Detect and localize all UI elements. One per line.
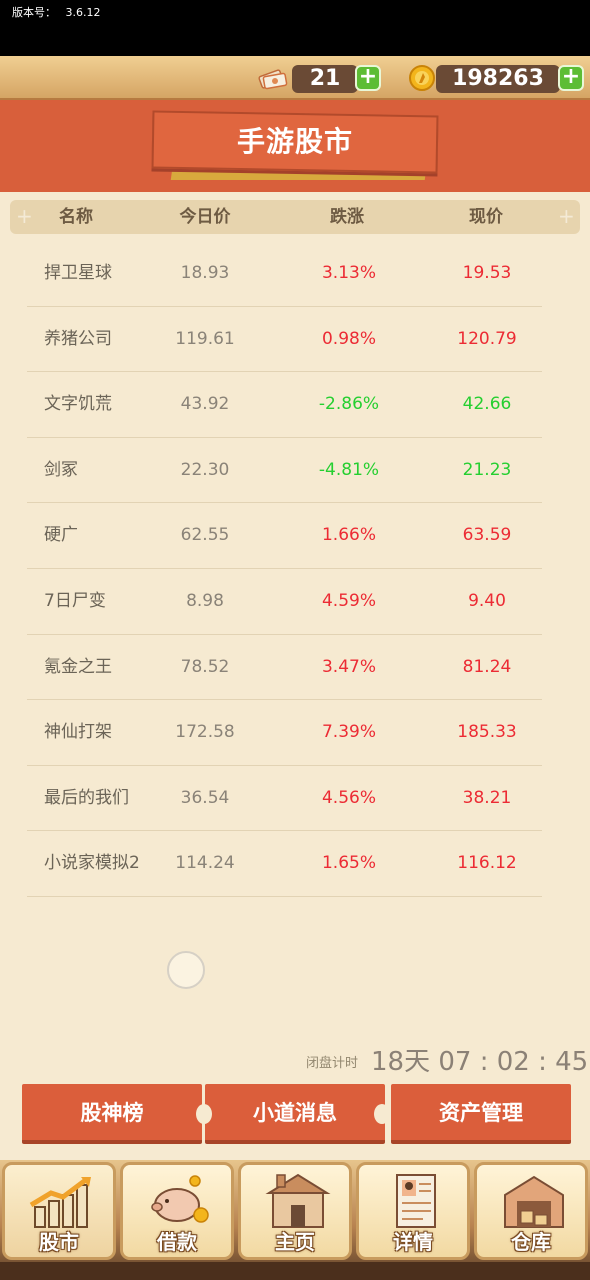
stock-change: -4.81%: [318, 459, 380, 480]
add-tickets-button[interactable]: +: [355, 65, 381, 91]
stock-change: 0.98%: [321, 328, 376, 349]
stock-god-ranking-button[interactable]: 股神榜: [22, 1084, 202, 1144]
bottom-nav-base: [0, 1262, 590, 1280]
stock-row[interactable]: 剑冢 22.30 -4.81% 21.23: [27, 438, 542, 504]
stock-row[interactable]: 神仙打架 172.58 7.39% 185.33: [27, 700, 542, 766]
tab-label: 主页: [275, 1230, 315, 1254]
stock-today-price: 62.55: [180, 525, 230, 546]
stock-today-price: 43.92: [180, 394, 230, 415]
stock-current-price: 21.23: [462, 459, 512, 480]
stock-chart-icon: [29, 1177, 91, 1228]
house-icon: [265, 1173, 331, 1228]
header-deco-right: +: [558, 204, 575, 228]
stock-current-price: 63.59: [462, 525, 512, 546]
stock-change: 7.39%: [321, 722, 376, 743]
stock-name: 捍卫星球: [44, 263, 112, 283]
stock-change: 1.66%: [321, 525, 376, 546]
asset-management-button[interactable]: 资产管理: [391, 1084, 571, 1144]
ticket-count: 21: [292, 65, 358, 93]
button-connector: [196, 1104, 212, 1124]
version-text: 版本号： 3.6.12: [12, 4, 101, 20]
stock-change: 1.65%: [321, 853, 376, 874]
stock-today-price: 119.61: [175, 328, 235, 349]
stock-change: -2.86%: [318, 394, 380, 415]
stock-name: 7日尸变: [44, 590, 106, 611]
header-name: 名称: [59, 207, 93, 227]
stock-name: 养猪公司: [44, 328, 112, 349]
header-current-price: 现价: [469, 207, 503, 227]
gossip-news-button[interactable]: 小道消息: [205, 1084, 385, 1144]
tab-label: 借款: [157, 1230, 197, 1254]
stock-current-price: 120.79: [457, 328, 517, 349]
table-header: + 名称 今日价 跌涨 现价 +: [10, 200, 580, 234]
stock-row[interactable]: 小说家模拟2 114.24 1.65% 116.12: [27, 831, 542, 897]
stock-today-price: 78.52: [180, 656, 230, 677]
stock-name: 文字饥荒: [44, 394, 112, 415]
stock-name: 氪金之王: [44, 656, 112, 677]
stock-row[interactable]: 捍卫星球 18.93 3.13% 19.53: [27, 241, 542, 307]
tab-loan[interactable]: 借款: [120, 1162, 234, 1260]
stock-name: 最后的我们: [44, 787, 129, 808]
currency-bar: 21 + 198263 +: [0, 56, 590, 100]
tab-stock-market[interactable]: 股市: [2, 1162, 116, 1260]
stock-change: 3.13%: [321, 263, 376, 283]
button-connector: [374, 1104, 390, 1124]
stock-current-price: 38.21: [462, 787, 512, 808]
piggy-bank-icon: [151, 1175, 209, 1223]
header-deco-left: +: [16, 204, 33, 228]
gold-coin-icon: [409, 65, 435, 91]
header-change: 跌涨: [330, 207, 364, 227]
version-number: 3.6.12: [65, 6, 101, 19]
stock-today-price: 18.93: [180, 263, 230, 283]
tab-label: 详情: [393, 1230, 433, 1254]
page-title: 手游股市: [236, 125, 353, 158]
stock-today-price: 114.24: [175, 853, 235, 874]
tab-home[interactable]: 主页: [238, 1162, 352, 1260]
stock-change: 4.59%: [321, 590, 376, 611]
stock-today-price: 172.58: [175, 722, 235, 743]
countdown-label: 闭盘计时: [306, 1056, 359, 1071]
tab-label: 股市: [39, 1230, 79, 1254]
stock-current-price: 42.66: [462, 394, 512, 415]
stock-change: 4.56%: [321, 787, 376, 808]
stock-row[interactable]: 文字饥荒 43.92 -2.86% 42.66: [27, 372, 542, 438]
warehouse-icon: [504, 1175, 564, 1228]
ticket-icon: [258, 69, 288, 90]
tab-label: 仓库: [511, 1230, 551, 1254]
stock-name: 小说家模拟2: [44, 853, 140, 874]
add-coins-button[interactable]: +: [558, 65, 584, 91]
resume-icon: [396, 1174, 436, 1228]
countdown-value: 18天 07 : 02 : 45: [371, 1047, 589, 1077]
stock-name: 硬广: [44, 525, 78, 546]
stock-change: 3.47%: [321, 656, 376, 677]
stock-row[interactable]: 氪金之王 78.52 3.47% 81.24: [27, 635, 542, 701]
stock-list: 捍卫星球 18.93 3.13% 19.53 养猪公司 119.61 0.98%…: [27, 241, 542, 897]
stock-current-price: 9.40: [468, 590, 506, 611]
stock-name: 神仙打架: [44, 722, 112, 743]
stock-current-price: 185.33: [457, 722, 517, 743]
stock-row[interactable]: 7日尸变 8.98 4.59% 9.40: [27, 569, 542, 635]
header-today-price: 今日价: [179, 207, 231, 227]
status-strip: 版本号： 3.6.12: [0, 0, 590, 56]
stock-today-price: 22.30: [180, 459, 230, 480]
stock-current-price: 81.24: [462, 656, 512, 677]
stock-row[interactable]: 养猪公司 119.61 0.98% 120.79: [27, 307, 542, 373]
floating-circle-button[interactable]: [167, 951, 205, 989]
coin-count: 198263: [436, 65, 560, 93]
stock-row[interactable]: 硬广 62.55 1.66% 63.59: [27, 503, 542, 569]
version-label: 版本号：: [12, 6, 56, 19]
stock-name: 剑冢: [44, 459, 78, 480]
stock-row[interactable]: 最后的我们 36.54 4.56% 38.21: [27, 766, 542, 832]
stock-current-price: 19.53: [462, 263, 512, 283]
tab-warehouse[interactable]: 仓库: [474, 1162, 588, 1260]
stock-current-price: 116.12: [457, 853, 517, 874]
tab-details[interactable]: 详情: [356, 1162, 470, 1260]
stock-today-price: 8.98: [186, 590, 224, 611]
stock-today-price: 36.54: [180, 787, 230, 808]
